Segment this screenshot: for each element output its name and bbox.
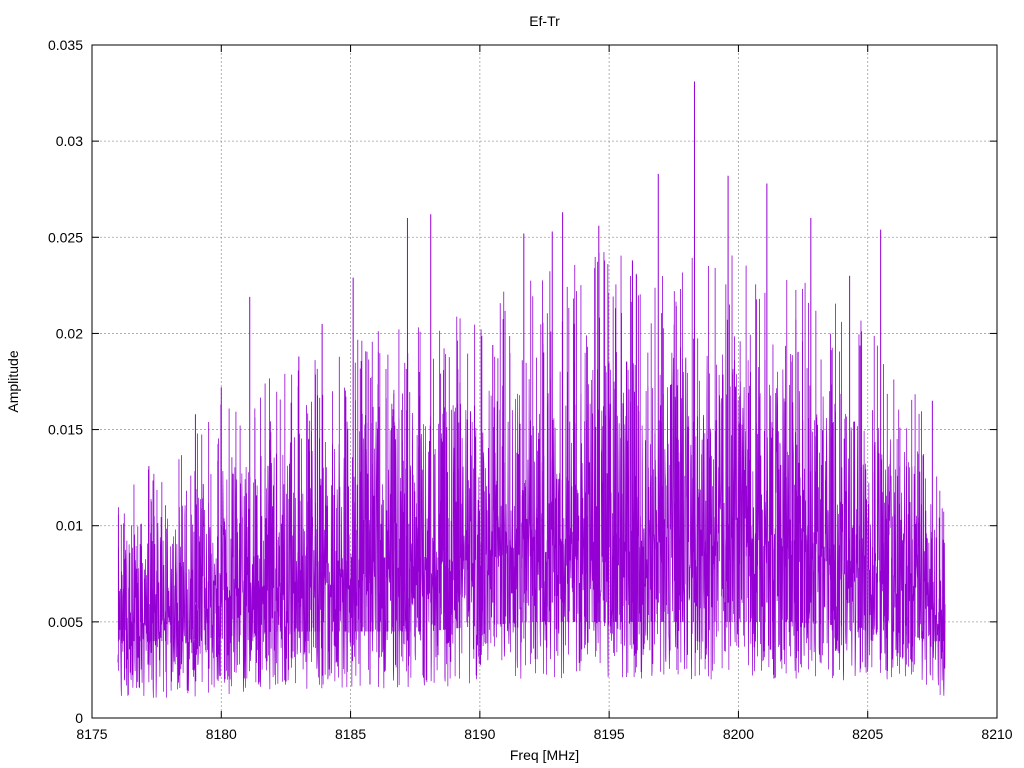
series-amplitude — [117, 81, 946, 698]
y-tick-label: 0.005 — [48, 614, 83, 630]
x-tick-label: 8210 — [981, 726, 1012, 742]
y-tick-label: 0.015 — [48, 422, 83, 438]
y-tick-label: 0 — [75, 710, 83, 726]
spectrum-chart: 8175 8180 8185 8190 8195 8200 8205 8210 0 0.005 0… — [5, 13, 1013, 763]
x-tick-label: 8205 — [852, 726, 883, 742]
x-axis-label: Freq [MHz] — [510, 747, 579, 763]
x-tick-label: 8175 — [76, 726, 107, 742]
x-tick-label: 8190 — [464, 726, 495, 742]
x-tick-label: 8200 — [723, 726, 754, 742]
y-tick-label: 0.01 — [56, 518, 83, 534]
y-tick-label: 0.035 — [48, 37, 83, 53]
x-tick-label: 8195 — [594, 726, 625, 742]
y-tick-label: 0.03 — [56, 133, 83, 149]
y-tick-label: 0.02 — [56, 325, 83, 341]
y-tick-label: 0.025 — [48, 229, 83, 245]
x-tick-label: 8180 — [206, 726, 237, 742]
chart-title: Ef-Tr — [529, 13, 560, 29]
y-axis-label: Amplitude — [5, 350, 21, 412]
x-tick-label: 8185 — [335, 726, 366, 742]
